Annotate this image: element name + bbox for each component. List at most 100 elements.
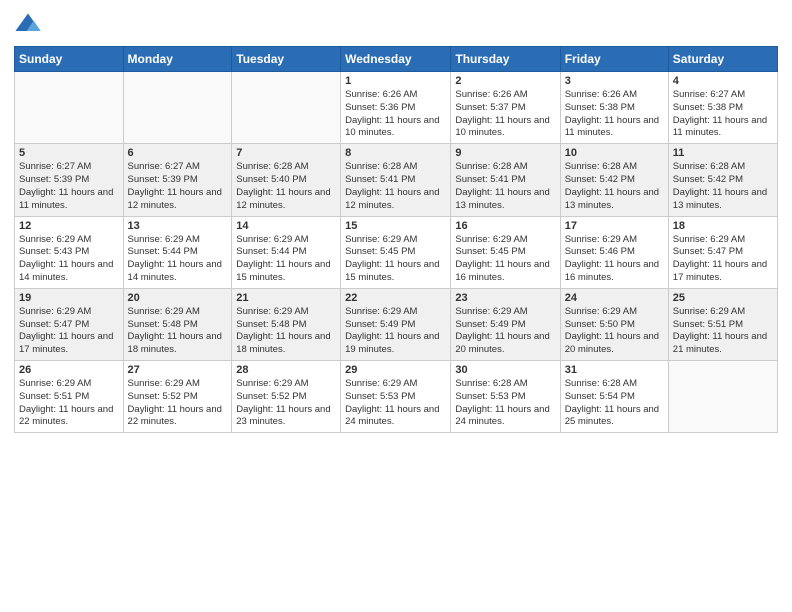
cell-content: Sunset: 5:49 PM <box>455 319 555 332</box>
cell-content: Daylight: 11 hours and 17 minutes. <box>673 259 773 285</box>
cell-content: Sunrise: 6:28 AM <box>673 161 773 174</box>
cell-content: Sunset: 5:44 PM <box>236 246 336 259</box>
cell-content: Sunrise: 6:29 AM <box>345 306 446 319</box>
cell-content: Sunset: 5:39 PM <box>128 174 228 187</box>
calendar-cell <box>232 72 341 144</box>
day-header-sunday: Sunday <box>15 47 124 72</box>
cell-content: Sunrise: 6:29 AM <box>128 378 228 391</box>
cell-content: Sunrise: 6:29 AM <box>236 378 336 391</box>
cell-content: Daylight: 11 hours and 18 minutes. <box>236 331 336 357</box>
day-number: 11 <box>673 147 773 159</box>
cell-content: Daylight: 11 hours and 12 minutes. <box>128 187 228 213</box>
calendar-cell: 25Sunrise: 6:29 AMSunset: 5:51 PMDayligh… <box>668 288 777 360</box>
calendar-cell: 10Sunrise: 6:28 AMSunset: 5:42 PMDayligh… <box>560 144 668 216</box>
cell-content: Sunset: 5:44 PM <box>128 246 228 259</box>
cell-content: Sunrise: 6:29 AM <box>673 306 773 319</box>
calendar-cell: 18Sunrise: 6:29 AMSunset: 5:47 PMDayligh… <box>668 216 777 288</box>
calendar-cell: 27 Sunrise: 6:29 AMSunset: 5:52 PMDayligh… <box>123 361 232 433</box>
cell-content: Sunrise: 6:29 AM <box>455 234 555 247</box>
cell-content: Daylight: 11 hours and 24 minutes. <box>455 404 555 430</box>
cell-content: Sunset: 5:48 PM <box>128 319 228 332</box>
day-number: 4 <box>673 75 773 87</box>
day-number: 14 <box>236 220 336 232</box>
cell-content: Daylight: 11 hours and 22 minutes. <box>19 404 119 430</box>
calendar-cell: 28Sunrise: 6:29 AMSunset: 5:52 PMDayligh… <box>232 361 341 433</box>
calendar-header-row: SundayMondayTuesdayWednesdayThursdayFrid… <box>15 47 778 72</box>
day-number: 27 <box>128 364 228 376</box>
calendar-cell: 6 Sunrise: 6:27 AMSunset: 5:39 PMDaylight… <box>123 144 232 216</box>
day-number: 31 <box>565 364 664 376</box>
calendar-cell: 12Sunrise: 6:29 AMSunset: 5:43 PMDayligh… <box>15 216 124 288</box>
header <box>14 10 778 38</box>
day-number: 30 <box>455 364 555 376</box>
cell-content: Sunset: 5:39 PM <box>19 174 119 187</box>
cell-content: Sunrise: 6:29 AM <box>236 234 336 247</box>
calendar-cell <box>668 361 777 433</box>
cell-content: Sunrise: 6:29 AM <box>345 234 446 247</box>
cell-content: Daylight: 11 hours and 12 minutes. <box>345 187 446 213</box>
day-number: 12 <box>19 220 119 232</box>
cell-content: Daylight: 11 hours and 10 minutes. <box>455 115 555 141</box>
cell-content: Sunrise: 6:29 AM <box>565 234 664 247</box>
cell-content: Daylight: 11 hours and 11 minutes. <box>673 115 773 141</box>
cell-content: Sunrise: 6:28 AM <box>345 161 446 174</box>
cell-content: Daylight: 11 hours and 19 minutes. <box>345 331 446 357</box>
cell-content: Sunset: 5:51 PM <box>673 319 773 332</box>
day-header-saturday: Saturday <box>668 47 777 72</box>
cell-content: Daylight: 11 hours and 20 minutes. <box>565 331 664 357</box>
cell-content: Sunset: 5:47 PM <box>673 246 773 259</box>
cell-content: Daylight: 11 hours and 11 minutes. <box>19 187 119 213</box>
cell-content: Daylight: 11 hours and 16 minutes. <box>565 259 664 285</box>
cell-content: Sunrise: 6:28 AM <box>565 161 664 174</box>
calendar-cell: 17Sunrise: 6:29 AMSunset: 5:46 PMDayligh… <box>560 216 668 288</box>
cell-content: Sunset: 5:36 PM <box>345 102 446 115</box>
cell-content: Daylight: 11 hours and 24 minutes. <box>345 404 446 430</box>
cell-content: Daylight: 11 hours and 18 minutes. <box>128 331 228 357</box>
cell-content: Sunset: 5:42 PM <box>673 174 773 187</box>
cell-content: Daylight: 11 hours and 11 minutes. <box>565 115 664 141</box>
day-header-monday: Monday <box>123 47 232 72</box>
cell-content: Sunrise: 6:27 AM <box>128 161 228 174</box>
cell-content: Sunrise: 6:29 AM <box>565 306 664 319</box>
day-number: 13 <box>128 220 228 232</box>
cell-content: Sunrise: 6:28 AM <box>455 161 555 174</box>
cell-content: Daylight: 11 hours and 22 minutes. <box>128 404 228 430</box>
calendar-cell: 3Sunrise: 6:26 AMSunset: 5:38 PMDaylight… <box>560 72 668 144</box>
cell-content: Sunset: 5:52 PM <box>236 391 336 404</box>
cell-content: Sunrise: 6:29 AM <box>19 378 119 391</box>
cell-content: Sunrise: 6:29 AM <box>128 234 228 247</box>
cell-content: Daylight: 11 hours and 15 minutes. <box>236 259 336 285</box>
calendar-cell <box>123 72 232 144</box>
day-number: 17 <box>565 220 664 232</box>
calendar-cell: 23Sunrise: 6:29 AMSunset: 5:49 PMDayligh… <box>451 288 560 360</box>
cell-content: Daylight: 11 hours and 15 minutes. <box>345 259 446 285</box>
calendar-table: SundayMondayTuesdayWednesdayThursdayFrid… <box>14 46 778 433</box>
day-number: 18 <box>673 220 773 232</box>
cell-content: Sunset: 5:49 PM <box>345 319 446 332</box>
cell-content: Sunrise: 6:27 AM <box>19 161 119 174</box>
cell-content: Sunset: 5:38 PM <box>673 102 773 115</box>
calendar-cell: 20Sunrise: 6:29 AMSunset: 5:48 PMDayligh… <box>123 288 232 360</box>
day-header-friday: Friday <box>560 47 668 72</box>
calendar-cell: 2Sunrise: 6:26 AMSunset: 5:37 PMDaylight… <box>451 72 560 144</box>
day-number: 6 <box>128 147 228 159</box>
day-number: 16 <box>455 220 555 232</box>
calendar-cell: 5Sunrise: 6:27 AMSunset: 5:39 PMDaylight… <box>15 144 124 216</box>
cell-content: Daylight: 11 hours and 13 minutes. <box>455 187 555 213</box>
cell-content: Sunset: 5:52 PM <box>128 391 228 404</box>
cell-content: Daylight: 11 hours and 13 minutes. <box>565 187 664 213</box>
day-number: 2 <box>455 75 555 87</box>
day-header-wednesday: Wednesday <box>341 47 451 72</box>
cell-content: Sunrise: 6:29 AM <box>128 306 228 319</box>
day-number: 7 <box>236 147 336 159</box>
day-number: 8 <box>345 147 446 159</box>
cell-content: Sunset: 5:47 PM <box>19 319 119 332</box>
day-number: 28 <box>236 364 336 376</box>
calendar-week-3: 12Sunrise: 6:29 AMSunset: 5:43 PMDayligh… <box>15 216 778 288</box>
calendar-cell: 24Sunrise: 6:29 AMSunset: 5:50 PMDayligh… <box>560 288 668 360</box>
calendar-week-1: 1Sunrise: 6:26 AMSunset: 5:36 PMDaylight… <box>15 72 778 144</box>
cell-content: Sunrise: 6:29 AM <box>19 306 119 319</box>
cell-content: Sunrise: 6:28 AM <box>236 161 336 174</box>
calendar-cell: 26Sunrise: 6:29 AMSunset: 5:51 PMDayligh… <box>15 361 124 433</box>
day-number: 1 <box>345 75 446 87</box>
